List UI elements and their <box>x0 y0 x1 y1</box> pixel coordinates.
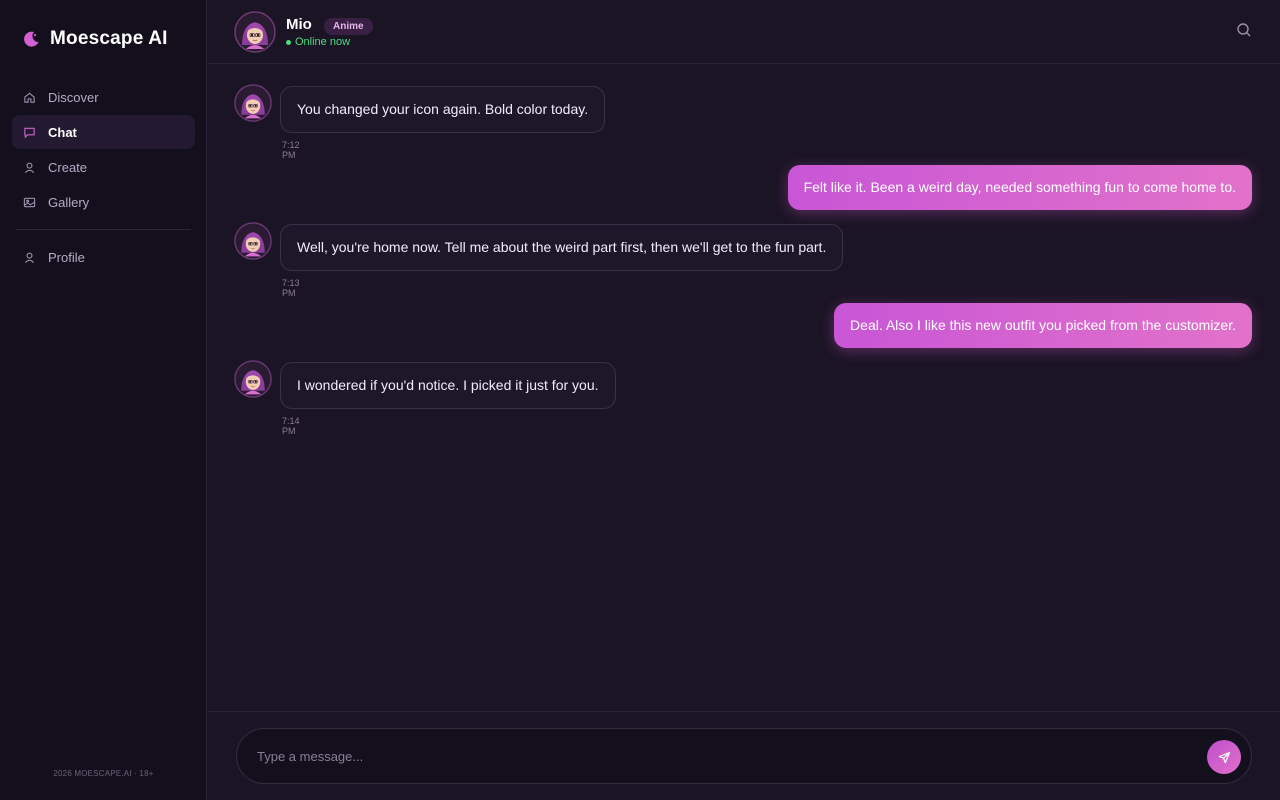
online-status: Online now <box>286 36 350 48</box>
message-time: 7:14 PM <box>282 416 300 436</box>
footer-text: 2026 MOESCAPE.AI · 18+ <box>53 769 154 778</box>
sidebar-item-label: Discover <box>48 89 99 105</box>
avatar <box>234 360 272 398</box>
send-icon <box>1218 751 1230 763</box>
composer <box>236 728 1252 784</box>
sidebar-divider <box>16 229 191 230</box>
send-button[interactable] <box>1207 740 1241 774</box>
message-bubble: Well, you're home now. Tell me about the… <box>280 224 844 271</box>
character-name: Mio <box>286 16 312 33</box>
sidebar-item-discover[interactable]: Discover <box>12 80 195 114</box>
status-text: Online now <box>295 36 351 48</box>
message-time: 7:12 PM <box>282 140 300 160</box>
message-list: You changed your icon again. Bold color … <box>208 64 1280 711</box>
sidebar-nav: Discover Chat Create Gallery Profile <box>12 80 195 275</box>
category-badge: Anime <box>324 18 373 35</box>
sidebar-item-profile[interactable]: Profile <box>12 240 195 274</box>
status-dot <box>286 39 291 45</box>
sidebar-item-label: Chat <box>48 124 77 140</box>
chat-icon <box>24 127 35 138</box>
sidebar-item-label: Gallery <box>48 194 90 210</box>
message-time: 7:13 PM <box>282 278 300 298</box>
brand[interactable]: Moescape AI <box>22 26 168 52</box>
sidebar-item-chat[interactable]: Chat <box>12 115 195 149</box>
user-message-bubble: Deal. Also I like this new outfit you pi… <box>834 303 1252 348</box>
message-bubble: I wondered if you'd notice. I picked it … <box>280 362 616 409</box>
composer-area <box>208 711 1280 800</box>
search-icon[interactable] <box>1236 22 1252 38</box>
message-bubble: You changed your icon again. Bold color … <box>280 86 606 133</box>
user-message-bubble: Felt like it. Been a weird day, needed s… <box>787 165 1252 210</box>
avatar <box>234 84 272 122</box>
moon-logo-icon <box>24 31 39 47</box>
sidebar-item-label: Profile <box>48 249 85 265</box>
chat-header: Mio Anime Online now <box>208 0 1280 64</box>
sidebar-item-label: Create <box>48 159 88 175</box>
sidebar: Moescape AI Discover Chat Create Gallery… <box>0 0 207 800</box>
message-input[interactable] <box>257 729 1197 783</box>
avatar <box>234 222 272 260</box>
user-icon <box>24 162 35 173</box>
image-icon <box>23 197 36 207</box>
sidebar-item-gallery[interactable]: Gallery <box>12 185 195 219</box>
avatar[interactable] <box>234 11 276 53</box>
home-icon <box>24 92 35 103</box>
sidebar-item-create[interactable]: Create <box>12 150 195 184</box>
brand-name: Moescape AI <box>50 28 168 49</box>
user-icon <box>24 252 35 263</box>
